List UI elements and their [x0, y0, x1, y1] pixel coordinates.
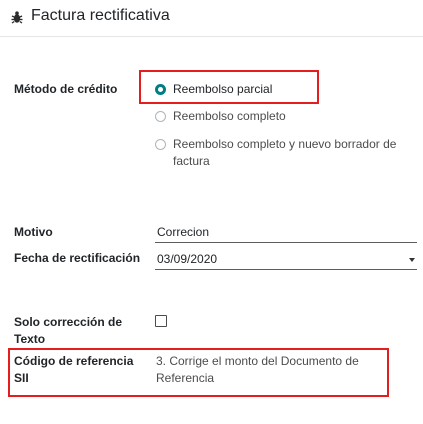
radio-button-checked[interactable]	[155, 84, 166, 95]
radio-label-line1: Reembolso completo y nuevo borrador de	[173, 137, 397, 151]
sii-reference-label-line2: SII	[14, 371, 29, 385]
sii-reference-select[interactable]: 3. Corrige el monto del Documento de Ref…	[156, 353, 359, 387]
radio-full-refund-label: Reembolso completo	[173, 109, 286, 123]
sii-reference-label-line1: Código de referencia	[14, 354, 134, 368]
reason-input[interactable]: Correcion	[157, 224, 209, 241]
radio-partial-refund[interactable]: Reembolso parcial	[155, 81, 272, 98]
sii-reference-value-line1: 3. Corrige el monto del Documento de	[156, 354, 359, 368]
credit-method-label: Método de crédito	[14, 82, 118, 96]
radio-label-line2: factura	[173, 154, 210, 168]
dialog-title: Factura rectificativa	[31, 7, 170, 24]
text-correction-checkbox[interactable]	[155, 315, 167, 327]
text-correction-label-line2: Texto	[14, 332, 46, 346]
dropdown-caret-icon[interactable]	[409, 258, 415, 262]
reason-input-underline	[155, 242, 417, 243]
dialog-header: Factura rectificativa	[0, 0, 423, 37]
sii-reference-label: Código de referencia SII	[14, 353, 133, 387]
text-correction-label-line1: Solo corrección de	[14, 315, 123, 329]
radio-button[interactable]	[155, 111, 166, 122]
radio-button[interactable]	[155, 139, 166, 150]
reversal-date-input[interactable]: 03/09/2020	[157, 251, 217, 268]
sii-reference-value-line2: Referencia	[156, 371, 215, 385]
radio-full-refund[interactable]: Reembolso completo	[155, 108, 286, 125]
reason-label: Motivo	[14, 225, 53, 239]
bug-icon	[11, 11, 23, 24]
reversal-date-label: Fecha de rectificación	[14, 251, 141, 265]
reversal-date-underline	[155, 269, 417, 270]
radio-full-refund-new-draft[interactable]: Reembolso completo y nuevo borrador de f…	[155, 136, 396, 170]
radio-full-refund-new-draft-label: Reembolso completo y nuevo borrador de f…	[173, 136, 396, 170]
radio-partial-refund-label: Reembolso parcial	[173, 82, 273, 96]
text-correction-label: Solo corrección de Texto	[14, 314, 122, 348]
